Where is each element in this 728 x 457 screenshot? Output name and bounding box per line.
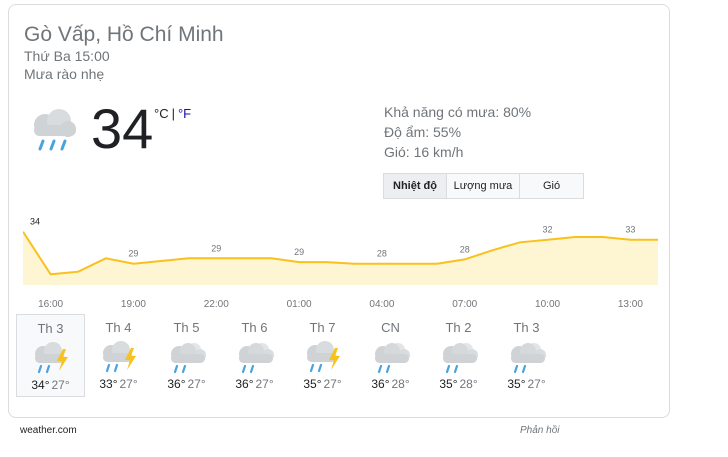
tab-temperature[interactable]: Nhiệt độ [383,173,447,199]
x-tick-label: 13:00 [618,299,643,310]
thunderstorm-icon [84,339,153,375]
low-temp: 27° [119,377,138,391]
unit-fahrenheit[interactable]: °F [178,106,191,121]
day-name: Th 2 [445,320,472,335]
day-time: Thứ Ba 15:00 [24,48,110,64]
tab-wind[interactable]: Gió [519,173,584,199]
source-link[interactable]: weather.com [20,425,77,436]
high-temp: 36° [167,377,186,391]
low-temp: 27° [323,377,342,391]
x-tick-label: 22:00 [204,299,229,310]
rain-partly-cloudy-icon [356,339,425,375]
temperature-area [23,231,658,285]
high-temp: 35° [507,377,526,391]
feedback-link[interactable]: Phản hồi [520,425,559,436]
chart-tabs: Nhiệt độ Lượng mưa Gió [383,173,584,199]
temperature-chart: 34 29 29 29 28 28 32 33 16:00 19:00 22:00 01:00 04:0… [23,217,658,310]
value-label: 29 [211,243,221,253]
day-forecast-item[interactable]: CN 36° 28° [356,314,425,397]
humidity: Độ ẩm: 55% [384,124,462,140]
day-name: Th 4 [105,320,132,335]
high-temp: 33° [99,377,118,391]
rain-partly-cloudy-icon [492,339,561,375]
x-tick-label: 07:00 [452,299,477,310]
day-forecast-item[interactable]: Th 6 36° 27° [220,314,289,397]
value-label: 33 [625,225,635,235]
x-tick-label: 04:00 [369,299,394,310]
day-name: Th 3 [513,320,540,335]
high-temp: 36° [371,377,390,391]
low-temp: 27° [51,378,70,392]
rain-cloud-icon [34,109,76,151]
value-label: 32 [543,225,553,235]
x-tick-label: 19:00 [121,299,146,310]
unit-celsius[interactable]: °C [154,106,169,121]
day-temperatures: 36° 27° [220,377,289,391]
thunderstorm-icon [17,340,84,376]
tab-precipitation[interactable]: Lượng mưa [446,173,520,199]
high-temp: 35° [303,377,322,391]
x-tick-label: 16:00 [38,299,63,310]
location-title: Gò Vấp, Hồ Chí Minh [24,23,224,46]
day-temperatures: 35° 28° [424,377,493,391]
day-temperatures: 34° 27° [17,378,84,392]
day-forecast-item[interactable]: Th 3 34° 27° [16,314,85,397]
rain-partly-cloudy-icon [424,339,493,375]
low-temp: 28° [459,377,478,391]
day-name: CN [381,320,400,335]
day-forecast-item[interactable]: Th 4 33° 27° [84,314,153,397]
daily-forecast: Th 3 34° 27° Th 4 33° 27° Th 5 36° 27° Th 6 36° 27°… [16,314,636,398]
day-name: Th 7 [309,320,336,335]
high-temp: 35° [439,377,458,391]
x-tick-label: 10:00 [535,299,560,310]
current-temperature: 34 [91,97,154,160]
low-temp: 27° [187,377,206,391]
day-temperatures: 33° 27° [84,377,153,391]
value-label: 29 [128,249,138,259]
wind-speed: Gió: 16 km/h [384,144,464,160]
day-forecast-item[interactable]: Th 3 35° 27° [492,314,561,397]
thunderstorm-icon [288,339,357,375]
day-forecast-item[interactable]: Th 5 36° 27° [152,314,221,397]
x-tick-label: 01:00 [287,299,312,310]
low-temp: 28° [391,377,410,391]
low-temp: 27° [527,377,546,391]
weather-details: Khả năng có mưa: 80% Độ ẩm: 55% Gió: 16 … [384,102,531,162]
day-temperatures: 36° 27° [152,377,221,391]
day-temperatures: 36° 28° [356,377,425,391]
value-label: 29 [294,247,304,257]
day-temperatures: 35° 27° [288,377,357,391]
day-temperatures: 35° 27° [492,377,561,391]
value-label: 28 [377,249,387,259]
value-label: 34 [30,217,40,227]
high-temp: 36° [235,377,254,391]
unit-separator: | [171,106,175,121]
low-temp: 27° [255,377,274,391]
unit-switcher: °C | °F [154,106,191,121]
day-name: Th 6 [241,320,268,335]
day-forecast-item[interactable]: Th 2 35° 28° [424,314,493,397]
rain-partly-cloudy-icon [152,339,221,375]
rain-partly-cloudy-icon [220,339,289,375]
weather-card: Gò Vấp, Hồ Chí Minh Thứ Ba 15:00 Mưa rào… [8,4,670,418]
value-label: 28 [460,244,470,254]
weather-condition: Mưa rào nhẹ [24,66,105,82]
day-name: Th 3 [37,321,64,336]
precipitation-chance: Khả năng có mưa: 80% [384,104,532,120]
day-forecast-item[interactable]: Th 7 35° 27° [288,314,357,397]
day-name: Th 5 [173,320,200,335]
high-temp: 34° [31,378,50,392]
